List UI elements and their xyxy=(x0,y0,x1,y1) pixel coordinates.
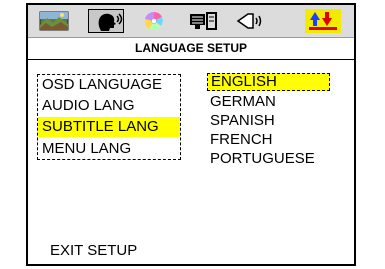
page-title: LANGUAGE SETUP xyxy=(28,38,354,60)
speaker-grille-icon[interactable] xyxy=(185,9,221,33)
menu-item-audio-lang[interactable]: AUDIO LANG xyxy=(42,96,180,116)
speaker-sound-icon[interactable] xyxy=(234,9,270,33)
setup-toolbar xyxy=(28,5,354,38)
menu-item-subtitle-lang[interactable]: SUBTITLE LANG xyxy=(38,117,180,137)
option-portuguese[interactable]: PORTUGUESE xyxy=(210,150,315,168)
color-disc-icon[interactable] xyxy=(136,9,172,33)
option-german[interactable]: GERMAN xyxy=(210,93,276,111)
option-english[interactable]: ENGLISH xyxy=(207,73,330,91)
settings-menu: OSD LANGUAGE AUDIO LANG SUBTITLE LANG ME… xyxy=(37,74,181,160)
option-spanish[interactable]: SPANISH xyxy=(210,112,275,130)
arrows-flag-icon[interactable] xyxy=(305,9,341,33)
landscape-picture-icon[interactable] xyxy=(37,9,73,33)
option-french[interactable]: FRENCH xyxy=(210,131,273,149)
menu-item-osd-language[interactable]: OSD LANGUAGE xyxy=(42,75,180,95)
menu-item-menu-lang[interactable]: MENU LANG xyxy=(42,139,180,159)
exit-setup-button[interactable]: EXIT SETUP xyxy=(50,242,137,260)
speaking-head-icon[interactable] xyxy=(88,9,124,33)
setup-panel: LANGUAGE SETUP OSD LANGUAGE AUDIO LANG S… xyxy=(26,3,356,266)
